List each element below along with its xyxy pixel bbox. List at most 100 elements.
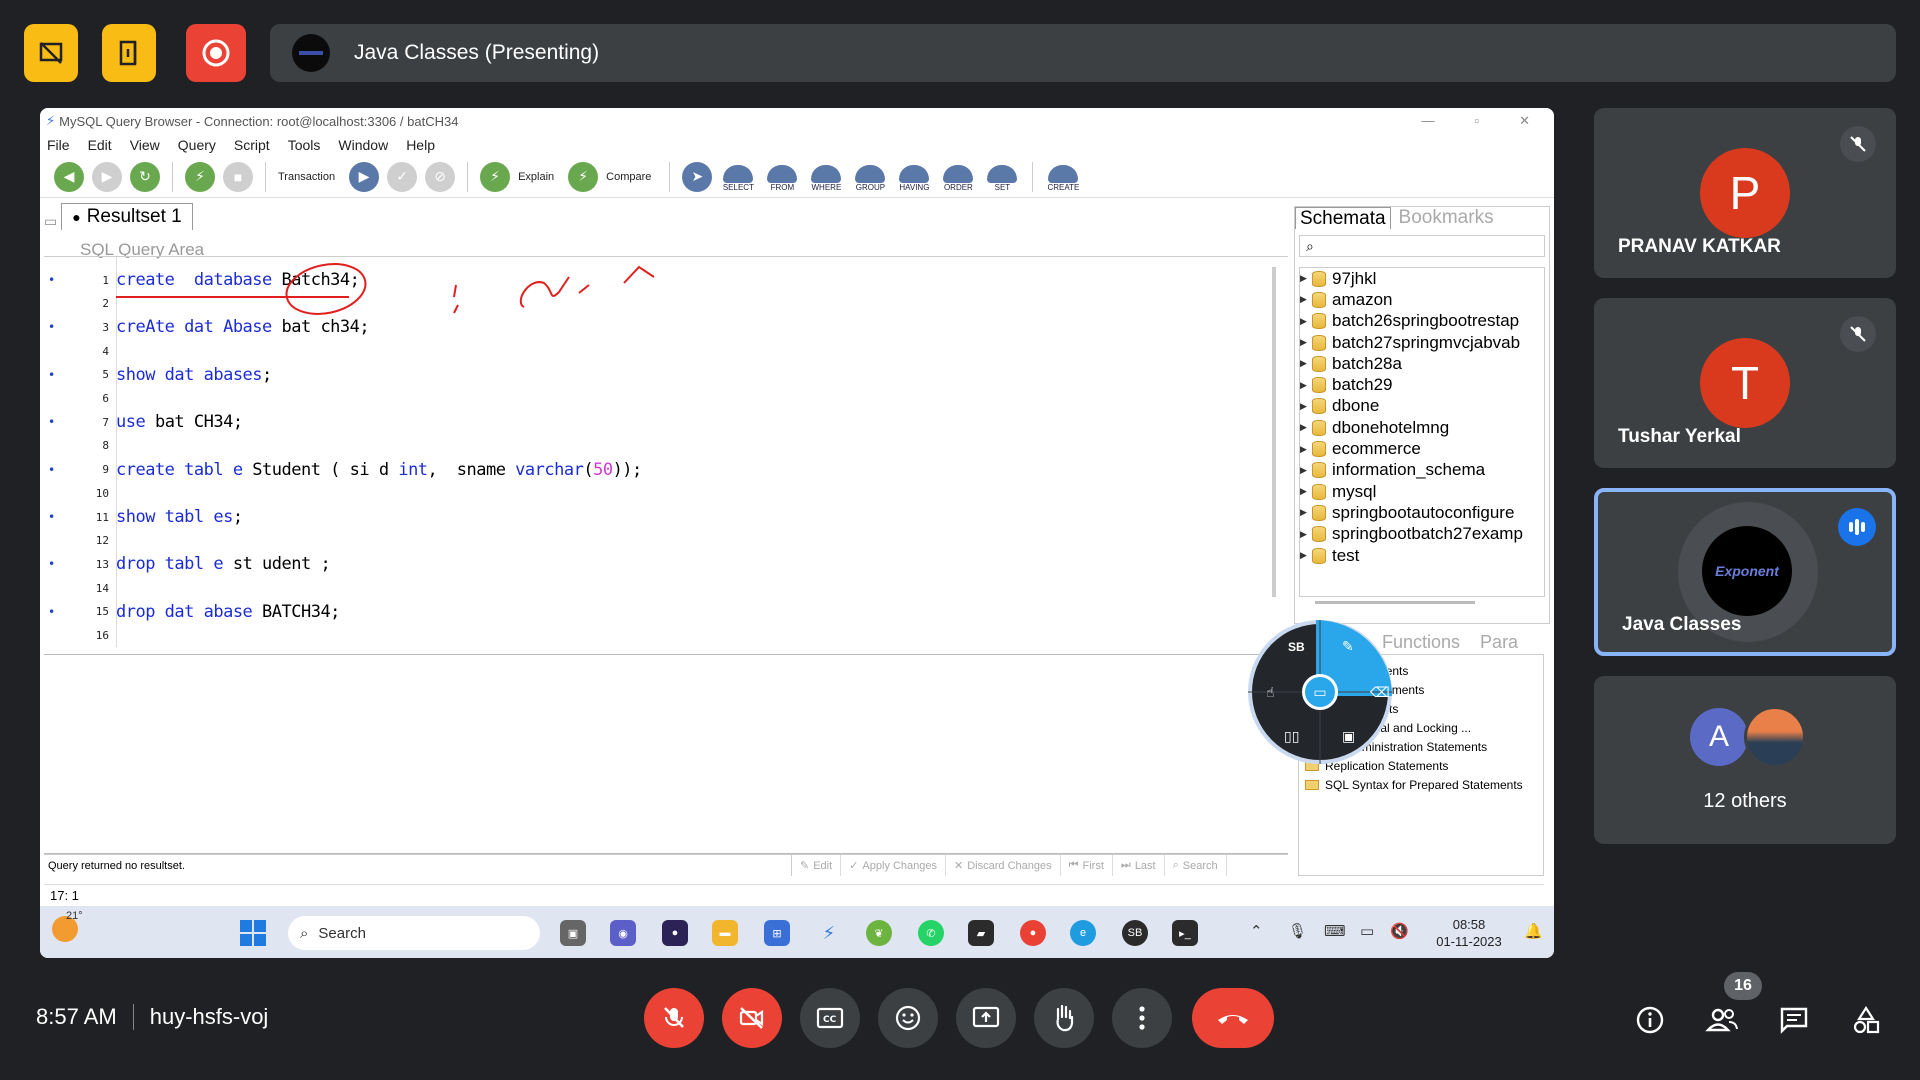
expand-arrow-icon[interactable]: ▶: [1300, 380, 1312, 391]
menu-query[interactable]: Query: [178, 137, 216, 153]
raise-hand-button[interactable]: [1034, 988, 1094, 1048]
expand-arrow-icon[interactable]: ▶: [1300, 444, 1312, 455]
more-options-button[interactable]: [1112, 988, 1172, 1048]
refresh-icon[interactable]: ↻: [130, 161, 160, 192]
notification-icon[interactable]: 🔔: [1524, 922, 1543, 940]
create-button[interactable]: CREATE: [1045, 162, 1081, 192]
schema-item[interactable]: ▶ batch29: [1300, 374, 1544, 395]
editor-scrollbar[interactable]: [1272, 267, 1276, 597]
tab-params[interactable]: Para: [1480, 632, 1518, 654]
activities-button[interactable]: [1846, 1000, 1886, 1040]
schema-item[interactable]: ▶ mysql: [1300, 481, 1544, 502]
menu-window[interactable]: Window: [338, 137, 388, 153]
menu-view[interactable]: View: [130, 137, 160, 153]
terminal-icon[interactable]: ▸_: [1172, 920, 1198, 946]
from-clause-button[interactable]: FROM: [764, 162, 800, 192]
edge-icon[interactable]: e: [1070, 920, 1096, 946]
expand-arrow-icon[interactable]: ▶: [1300, 401, 1312, 412]
maximize-icon[interactable]: ▫: [1474, 113, 1479, 129]
compare-icon[interactable]: ⚡: [568, 161, 599, 192]
task-view-icon[interactable]: ▣: [560, 920, 586, 946]
tab-schemata[interactable]: Schemata: [1295, 207, 1391, 229]
first-button[interactable]: ⏮ First: [1061, 855, 1113, 876]
menu-edit[interactable]: Edit: [88, 137, 112, 153]
camera-toggle-button[interactable]: [722, 988, 782, 1048]
participant-tile-pranav[interactable]: P PRANAV KATKAR: [1594, 108, 1896, 278]
participant-tile-tushar[interactable]: T Tushar Yerkal: [1594, 298, 1896, 468]
file-explorer-icon[interactable]: ▬: [712, 920, 738, 946]
menu-tools[interactable]: Tools: [288, 137, 321, 153]
mysql-query-browser-icon[interactable]: ⚡: [816, 920, 842, 946]
expand-arrow-icon[interactable]: ▶: [1300, 358, 1312, 369]
sb-app-icon[interactable]: SB: [1122, 920, 1148, 946]
menu-script[interactable]: Script: [234, 137, 270, 153]
pointer-hand-icon[interactable]: ☝: [1266, 684, 1275, 701]
expand-arrow-icon[interactable]: ▶: [1300, 422, 1312, 433]
expand-arrow-icon[interactable]: ▶: [1300, 529, 1312, 540]
display-icon[interactable]: ▭: [1360, 922, 1374, 940]
speaker-muted-icon[interactable]: 🔇: [1390, 922, 1409, 940]
forward-icon[interactable]: ▶: [92, 161, 122, 192]
schema-item[interactable]: ▶ dbone: [1300, 396, 1544, 417]
set-clause-button[interactable]: SET: [984, 162, 1020, 192]
participant-tile-java-classes[interactable]: Exponent Java Classes: [1594, 488, 1896, 656]
schema-item[interactable]: ▶ batch27springmvcjabvab: [1300, 332, 1544, 353]
keyboard-icon[interactable]: ⌨: [1324, 922, 1346, 940]
compare-label[interactable]: Compare: [606, 171, 651, 183]
discard-changes-button[interactable]: ✕ Discard Changes: [946, 855, 1061, 876]
tray-overflow-icon[interactable]: ⌃: [1250, 922, 1263, 940]
result-grid[interactable]: [44, 654, 1288, 854]
schema-item[interactable]: ▶ 97jhkl: [1300, 268, 1544, 289]
captions-button[interactable]: CC: [800, 988, 860, 1048]
eclipse-icon[interactable]: ●: [662, 920, 688, 946]
rollback-icon[interactable]: ⊘: [425, 161, 456, 192]
sticky-notes-icon[interactable]: ▰: [968, 920, 994, 946]
spring-tool-icon[interactable]: ❦: [866, 920, 892, 946]
teams-chat-icon[interactable]: ◉: [610, 920, 636, 946]
apply-changes-button[interactable]: ✓ Apply Changes: [841, 855, 947, 876]
schema-search-input[interactable]: ⌕: [1299, 235, 1545, 257]
schema-item[interactable]: ▶ test: [1300, 545, 1544, 566]
tab-functions[interactable]: Functions: [1382, 632, 1460, 654]
expand-arrow-icon[interactable]: ▶: [1300, 316, 1312, 327]
select-clause-button[interactable]: SELECT: [720, 162, 756, 192]
pointer-icon[interactable]: ➤: [682, 161, 713, 192]
tab-resultset-1[interactable]: ● Resultset 1: [61, 203, 193, 230]
schema-item[interactable]: ▶ batch26springbootrestap: [1300, 311, 1544, 332]
schema-item[interactable]: ▶ batch28a: [1300, 353, 1544, 374]
order-clause-button[interactable]: ORDER: [940, 162, 976, 192]
last-button[interactable]: ⏭ Last: [1113, 855, 1165, 876]
weather-icon[interactable]: 21°: [52, 910, 83, 942]
expand-arrow-icon[interactable]: ▶: [1300, 273, 1312, 284]
eraser-icon[interactable]: ⌫: [1370, 684, 1390, 701]
schema-item[interactable]: ▶ springbootautoconfigure: [1300, 502, 1544, 523]
expand-arrow-icon[interactable]: ▶: [1300, 465, 1312, 476]
schema-item[interactable]: ▶ springbootbatch27examp: [1300, 524, 1544, 545]
schema-item[interactable]: ▶ amazon: [1300, 289, 1544, 310]
having-clause-button[interactable]: HAVING: [896, 162, 932, 192]
group-clause-button[interactable]: GROUP: [852, 162, 888, 192]
execute-icon[interactable]: ⚡: [185, 161, 215, 192]
sql-editor[interactable]: • 1 create database Batch34; 2 • 3 creAte dat …: [44, 256, 1288, 647]
search-button[interactable]: ⌕ Search: [1165, 855, 1227, 876]
tab-bookmarks[interactable]: Bookmarks: [1391, 207, 1502, 229]
present-screen-button[interactable]: [956, 988, 1016, 1048]
explain-label[interactable]: Explain: [518, 171, 554, 183]
schema-scrollbar[interactable]: [1315, 601, 1475, 604]
door-icon[interactable]: [102, 24, 156, 82]
taskbar-clock[interactable]: 08:58 01-11-2023: [1424, 916, 1514, 950]
menu-file[interactable]: File: [47, 137, 70, 153]
commit-icon[interactable]: ✓: [387, 161, 418, 192]
stop-present-icon[interactable]: [24, 24, 78, 82]
panels-icon[interactable]: ▯▯: [1284, 728, 1299, 745]
chrome-icon[interactable]: ●: [1020, 920, 1046, 946]
expand-arrow-icon[interactable]: ▶: [1300, 294, 1312, 305]
edit-button[interactable]: ✎ Edit: [792, 855, 842, 876]
network-tool-icon[interactable]: ⊞: [764, 920, 790, 946]
expand-arrow-icon[interactable]: ▶: [1300, 507, 1312, 518]
minimize-icon[interactable]: —: [1421, 113, 1434, 129]
new-tab-icon[interactable]: ▭: [44, 213, 57, 230]
schema-item[interactable]: ▶ information_schema: [1300, 460, 1544, 481]
transaction-start-icon[interactable]: ▶: [349, 161, 380, 192]
schema-item[interactable]: ▶ dbonehotelmng: [1300, 417, 1544, 438]
